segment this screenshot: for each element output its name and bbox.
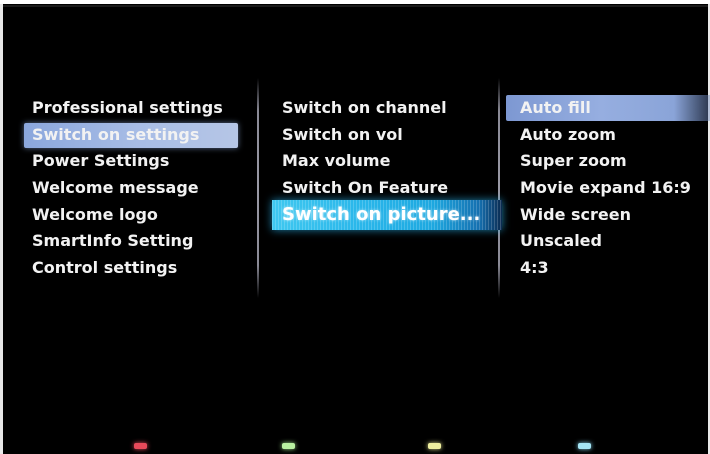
menu-item-label: Switch on picture... [282, 203, 481, 225]
menu-item-label: Movie expand 16:9 [520, 178, 691, 198]
menu-item-wide-screen[interactable]: Wide screen [502, 202, 691, 229]
menu-item-label: Professional settings [32, 98, 223, 117]
menu-item-4-3[interactable]: 4:3 [502, 255, 691, 282]
settings-category-list: Professional settings Switch on settings… [24, 95, 238, 282]
menu-item-label: Unscaled [520, 231, 602, 251]
menu-item-label: 4:3 [520, 258, 549, 278]
menu-item-power-settings[interactable]: Power Settings [24, 148, 223, 175]
blue-key-indicator[interactable] [578, 443, 591, 449]
menu-item-auto-zoom[interactable]: Auto zoom [502, 122, 691, 149]
menu-item-control-settings[interactable]: Control settings [24, 255, 223, 282]
menu-item-label: Switch on settings [32, 124, 200, 144]
menu-item-movie-expand[interactable]: Movie expand 16:9 [502, 175, 691, 202]
green-key-indicator[interactable] [282, 443, 295, 449]
menu-item-super-zoom[interactable]: Super zoom [502, 148, 691, 175]
yellow-key-indicator[interactable] [428, 443, 441, 449]
picture-format-list: Auto fill Auto zoom Super zoom Movie exp… [502, 95, 710, 282]
menu-item-label: Auto fill [520, 98, 591, 117]
menu-item-professional-settings[interactable]: Professional settings [24, 95, 223, 122]
column-divider [257, 78, 259, 298]
top-frame [0, 0, 710, 4]
menu-item-switch-on-channel[interactable]: Switch on channel [274, 95, 480, 122]
menu-item-label: Super zoom [520, 151, 627, 171]
red-key-indicator[interactable] [134, 443, 147, 449]
menu-item-max-volume[interactable]: Max volume [274, 148, 480, 175]
menu-item-label: Switch On Feature [282, 178, 449, 198]
column-divider [498, 78, 500, 298]
menu-item-label: Switch on channel [282, 98, 447, 117]
menu-item-switch-on-vol[interactable]: Switch on vol [274, 122, 480, 149]
menu-item-welcome-message[interactable]: Welcome message [24, 175, 223, 202]
menu-item-switch-on-picture[interactable]: Switch on picture... [272, 199, 502, 230]
menu-item-welcome-logo[interactable]: Welcome logo [24, 202, 223, 229]
menu-item-label: Max volume [282, 151, 391, 171]
top-divider [0, 5, 710, 7]
menu-item-smartinfo-setting[interactable]: SmartInfo Setting [24, 228, 223, 255]
menu-item-auto-fill[interactable]: Auto fill [502, 95, 710, 122]
menu-item-label: Power Settings [32, 151, 170, 171]
menu-item-label: Control settings [32, 258, 178, 278]
switch-on-options-list: Switch on channel Switch on vol Max volu… [272, 95, 502, 230]
tv-screen: Professional settings Switch on settings… [0, 0, 710, 454]
menu-item-label: Switch on vol [282, 124, 403, 144]
menu-item-label: SmartInfo Setting [32, 231, 194, 251]
left-frame [0, 4, 3, 454]
menu-item-label: Welcome message [32, 178, 199, 198]
menu-item-label: Auto zoom [520, 124, 616, 144]
menu-item-label: Wide screen [520, 204, 631, 224]
menu-item-switch-on-feature[interactable]: Switch On Feature [274, 175, 480, 202]
menu-item-switch-on-settings[interactable]: Switch on settings [24, 122, 238, 149]
menu-item-unscaled[interactable]: Unscaled [502, 228, 691, 255]
menu-item-label: Welcome logo [32, 204, 158, 224]
